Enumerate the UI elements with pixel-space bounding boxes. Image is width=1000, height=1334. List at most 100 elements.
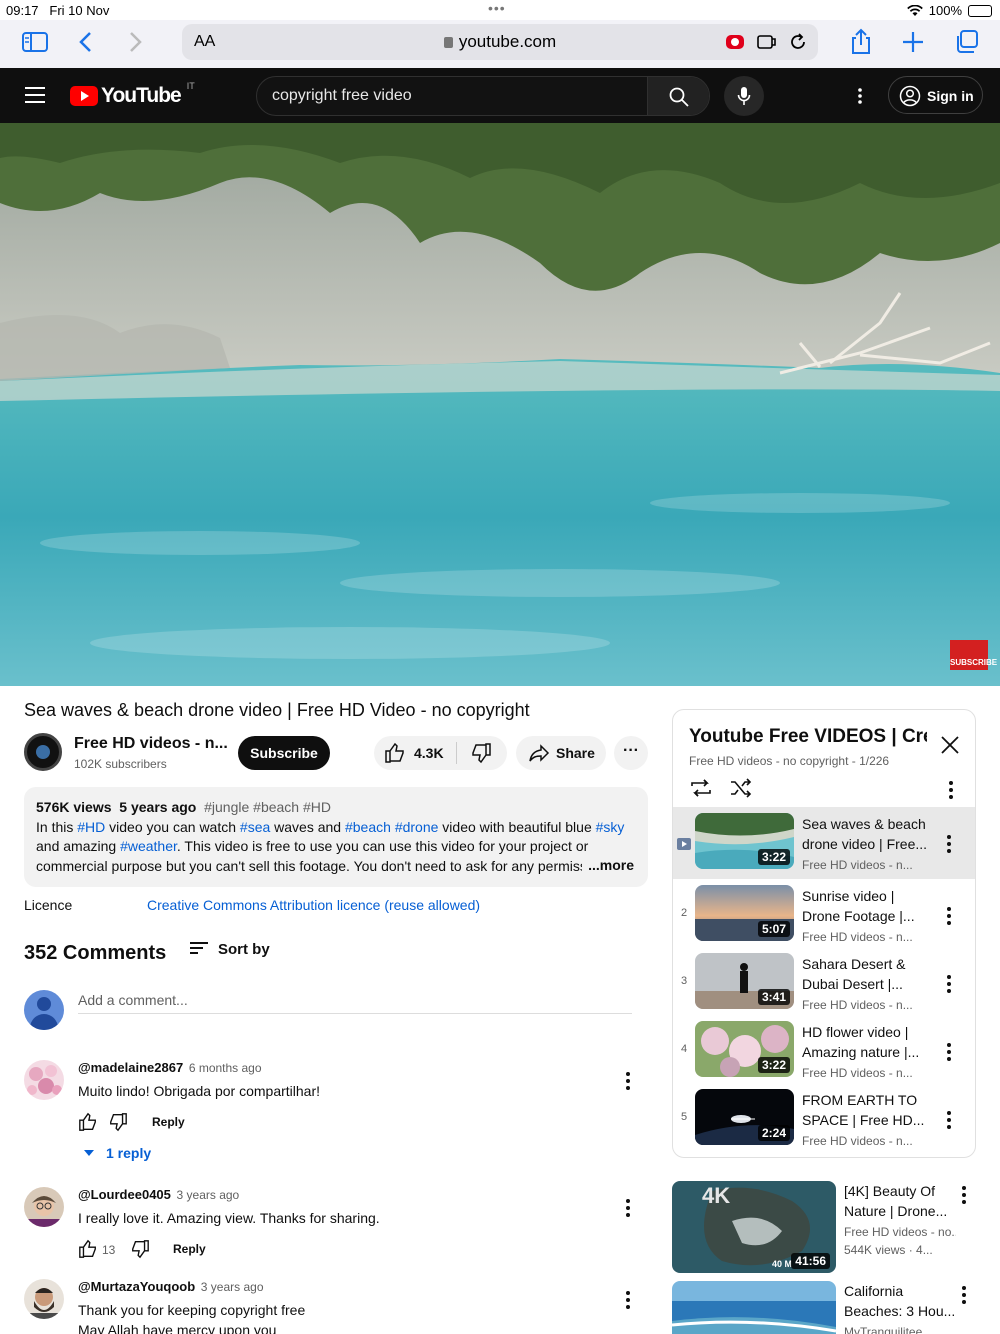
- comment-menu-icon[interactable]: [626, 1072, 630, 1093]
- playlist-title[interactable]: Youtube Free VIDEOS | Crea: [689, 726, 927, 748]
- comment-author[interactable]: @madelaine2867 6 months ago: [78, 1060, 262, 1075]
- licence-link[interactable]: Creative Commons Attribution licence (re…: [147, 897, 480, 913]
- playlist-tools: [689, 778, 959, 800]
- view-replies-button[interactable]: 1 reply: [84, 1145, 151, 1161]
- commenter-avatar[interactable]: [24, 1060, 64, 1100]
- menu-icon[interactable]: [25, 87, 45, 103]
- video-title[interactable]: Sahara Desert & Dubai Desert |...: [802, 954, 932, 994]
- back-icon[interactable]: [72, 28, 102, 56]
- thumbs-down-icon[interactable]: [108, 1112, 128, 1132]
- channel-name[interactable]: Free HD videos - n...: [74, 735, 228, 753]
- comment-author[interactable]: @Lourdee0405 3 years ago: [78, 1187, 239, 1202]
- sign-in-button[interactable]: Sign in: [888, 76, 983, 114]
- status-time: 09:17 Fri 10 Nov: [6, 3, 110, 18]
- user-avatar: [24, 990, 64, 1030]
- subscribe-watermark[interactable]: SUBSCRIBE: [950, 640, 997, 670]
- hashtag-link[interactable]: #drone: [395, 819, 439, 835]
- video-title[interactable]: Sunrise video | Drone Footage |...: [802, 886, 932, 926]
- channel-avatar[interactable]: [24, 733, 62, 771]
- search-button[interactable]: [647, 77, 709, 115]
- share-safari-icon[interactable]: [846, 28, 876, 56]
- show-more-button[interactable]: ...more: [582, 855, 634, 875]
- search-input[interactable]: copyright free video: [272, 87, 412, 105]
- sidebar-icon[interactable]: [20, 28, 50, 56]
- forward-icon[interactable]: [120, 28, 150, 56]
- comment-menu-icon[interactable]: [626, 1199, 630, 1220]
- playlist-item[interactable]: 2 5:07 Sunrise video | Drone Footage |..…: [673, 879, 975, 947]
- tabs-overview-icon[interactable]: [952, 28, 982, 56]
- share-button[interactable]: Share: [516, 736, 606, 770]
- status-bar: 09:17 Fri 10 Nov ••• 100%: [0, 0, 1000, 20]
- hashtag-link[interactable]: #weather: [120, 838, 177, 854]
- hashtag-link[interactable]: #sea: [240, 819, 270, 835]
- item-menu-icon[interactable]: [947, 975, 951, 996]
- video-player[interactable]: SUBSCRIBE: [0, 123, 1000, 686]
- playlist-item[interactable]: 4 3:22 HD flower video | Amazing nature …: [673, 1015, 975, 1083]
- playlist-item[interactable]: 3:22 Sea waves & beach drone video | Fre…: [673, 807, 975, 879]
- loop-icon[interactable]: [689, 778, 713, 798]
- description-box[interactable]: 576K views 5 years ago #jungle #beach #H…: [24, 787, 648, 887]
- item-menu-icon[interactable]: [947, 1111, 951, 1132]
- hashtag-link[interactable]: #HD: [77, 819, 105, 835]
- item-menu-icon[interactable]: [962, 1186, 966, 1207]
- video-title[interactable]: [4K] Beauty Of Nature | Drone...: [844, 1181, 956, 1221]
- item-menu-icon[interactable]: [947, 1043, 951, 1064]
- youtube-logo[interactable]: YouTube IT: [70, 81, 195, 108]
- hashtag-link[interactable]: #beach: [345, 819, 391, 835]
- item-menu-icon[interactable]: [947, 907, 951, 928]
- video-thumbnail[interactable]: 3:41: [695, 953, 794, 1009]
- video-channel: MyTranquilitee: [844, 1325, 923, 1334]
- video-title[interactable]: Sea waves & beach drone video | Free...: [802, 814, 932, 854]
- reload-icon[interactable]: [788, 32, 810, 52]
- playlist-menu-icon[interactable]: [949, 781, 953, 802]
- hashtag-link[interactable]: #sky: [596, 819, 625, 835]
- video-title[interactable]: California Beaches: 3 Hou...: [844, 1281, 956, 1321]
- thumbs-up-icon[interactable]: [78, 1239, 98, 1259]
- multitask-dots[interactable]: •••: [488, 0, 506, 16]
- video-thumbnail[interactable]: 5:07: [695, 885, 794, 941]
- item-menu-icon[interactable]: [962, 1286, 966, 1307]
- thumbs-up-icon[interactable]: [78, 1112, 98, 1132]
- new-tab-icon[interactable]: [898, 28, 928, 56]
- more-actions-button[interactable]: ···: [614, 736, 648, 770]
- comment-item: @MurtazaYouqoob 3 years ago Thank you fo…: [24, 1279, 644, 1334]
- commenter-avatar[interactable]: [24, 1279, 64, 1319]
- playlist-item[interactable]: 3 3:41 Sahara Desert & Dubai Desert |...…: [673, 947, 975, 1015]
- thumbnail-badge: 40 M: [772, 1259, 793, 1269]
- thumbs-down-icon[interactable]: [130, 1239, 150, 1259]
- safari-toolbar: AA youtube.com: [0, 20, 1000, 68]
- video-title[interactable]: FROM EARTH TO SPACE | Free HD...: [802, 1090, 932, 1130]
- extension-icon[interactable]: [724, 32, 746, 52]
- comment-menu-icon[interactable]: [626, 1291, 630, 1312]
- recommended-video[interactable]: California Beaches: 3 Hou... MyTranquili…: [672, 1281, 990, 1334]
- voice-search-button[interactable]: [724, 76, 764, 116]
- close-icon[interactable]: [939, 734, 961, 756]
- search-box[interactable]: copyright free video: [256, 76, 710, 116]
- video-duration: 41:56: [791, 1253, 830, 1269]
- item-menu-icon[interactable]: [947, 835, 951, 856]
- commenter-avatar[interactable]: [24, 1187, 64, 1227]
- reply-button[interactable]: Reply: [152, 1115, 185, 1129]
- add-comment-input[interactable]: Add a comment...: [78, 990, 632, 1014]
- thumbs-down-icon[interactable]: [470, 742, 492, 764]
- shuffle-icon[interactable]: [729, 778, 753, 798]
- video-thumbnail[interactable]: 3:22: [695, 813, 794, 869]
- settings-menu-icon[interactable]: [850, 86, 870, 106]
- video-thumbnail[interactable]: 4K 40 M 41:56: [672, 1181, 836, 1273]
- video-channel: Free HD videos - no...: [844, 1225, 956, 1239]
- comment-author[interactable]: @MurtazaYouqoob 3 years ago: [78, 1279, 264, 1294]
- playlist-item[interactable]: 5 2:24 FROM EARTH TO SPACE | Free HD... …: [673, 1083, 975, 1151]
- like-button[interactable]: 4.3K: [384, 742, 464, 764]
- video-thumbnail[interactable]: [672, 1281, 836, 1334]
- video-thumbnail[interactable]: 3:22: [695, 1021, 794, 1077]
- video-channel: Free HD videos - n...: [802, 1134, 913, 1148]
- address-bar[interactable]: AA youtube.com: [182, 24, 818, 60]
- reply-button[interactable]: Reply: [173, 1242, 206, 1256]
- share-icon: [529, 744, 550, 762]
- video-thumbnail[interactable]: 2:24: [695, 1089, 794, 1145]
- recommended-video[interactable]: 4K 40 M 41:56 [4K] Beauty Of Nature | Dr…: [672, 1181, 990, 1273]
- subscribe-button[interactable]: Subscribe: [238, 736, 330, 770]
- sort-by-button[interactable]: Sort by: [190, 940, 270, 958]
- reader-extension-icon[interactable]: [756, 32, 778, 52]
- video-title[interactable]: HD flower video | Amazing nature |...: [802, 1022, 932, 1062]
